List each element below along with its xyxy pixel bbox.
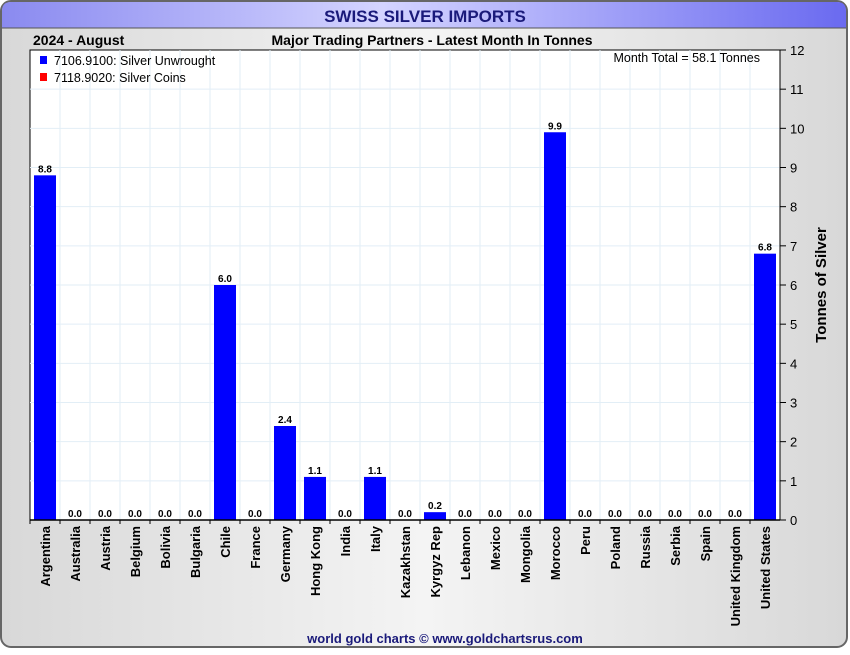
x-tick-label: Poland [608, 526, 623, 569]
x-tick-label: Russia [638, 525, 653, 568]
x-tick-label: Italy [368, 525, 383, 552]
x-tick-label: Argentina [38, 525, 53, 586]
y-tick-label: 3 [790, 396, 797, 411]
y-tick-label: 6 [790, 278, 797, 293]
legend-label-unwrought: 7106.9100: Silver Unwrought [54, 54, 216, 68]
data-label: 0.0 [158, 509, 172, 520]
x-tick-label: Morocco [548, 526, 563, 580]
data-label: 0.0 [68, 509, 82, 520]
data-label: 0.0 [188, 509, 202, 520]
bar-morocco [544, 132, 566, 520]
x-tick-label: Austria [98, 525, 113, 571]
chart-title: SWISS SILVER IMPORTS [324, 7, 526, 26]
y-tick-label: 1 [790, 474, 797, 489]
data-label: 0.0 [578, 509, 592, 520]
data-label: 8.8 [38, 164, 52, 175]
data-label: 0.0 [698, 509, 712, 520]
data-label: 0.0 [398, 509, 412, 520]
y-tick-label: 11 [790, 82, 804, 97]
period-label: 2024 - August [33, 32, 125, 48]
data-label: 0.0 [338, 509, 352, 520]
x-tick-label: Serbia [668, 525, 683, 566]
data-label: 0.0 [668, 509, 682, 520]
y-tick-label: 4 [790, 356, 797, 371]
x-tick-label: Belgium [128, 526, 143, 577]
data-label: 6.8 [758, 243, 772, 254]
y-tick-label: 2 [790, 435, 797, 450]
bar-kyrgyz-rep [424, 512, 446, 520]
y-tick-label: 9 [790, 161, 797, 176]
data-label: 9.9 [548, 121, 562, 132]
y-tick-label: 5 [790, 317, 797, 332]
x-tick-label: Australia [68, 525, 83, 581]
bar-hong-kong [304, 476, 326, 520]
x-tick-label: Kazakhstan [398, 526, 413, 598]
y-tick-label: 8 [790, 200, 797, 215]
x-tick-label: Kyrgyz Rep [428, 526, 443, 598]
x-tick-label: Chile [218, 526, 233, 558]
y-tick-label: 0 [790, 513, 797, 528]
data-label: 1.1 [308, 466, 322, 477]
x-tick-label: Bulgaria [188, 525, 203, 578]
x-tick-label: France [248, 526, 263, 569]
data-label: 1.1 [368, 466, 382, 477]
data-label: 2.4 [278, 415, 292, 426]
bar-chile [214, 285, 236, 520]
bar-argentina [34, 175, 56, 521]
data-label: 0.0 [458, 509, 472, 520]
chart-subtitle: Major Trading Partners - Latest Month In… [272, 32, 593, 48]
footer-credit: world gold charts © www.goldchartsrus.co… [306, 631, 583, 646]
x-tick-label: Hong Kong [308, 526, 323, 596]
data-label: 6.0 [218, 274, 232, 285]
month-total-annotation: Month Total = 58.1 Tonnes [613, 51, 760, 65]
data-label: 0.0 [98, 509, 112, 520]
data-label: 0.0 [248, 509, 262, 520]
x-tick-label: Bolivia [158, 525, 173, 568]
x-tick-label: Spain [698, 526, 713, 561]
x-tick-label: Lebanon [458, 526, 473, 580]
bar-italy [364, 476, 386, 520]
legend-swatch-unwrought [40, 56, 47, 64]
x-tick-label: Mexico [488, 526, 503, 570]
x-tick-label: Mongolia [518, 525, 533, 583]
data-label: 0.0 [728, 509, 742, 520]
data-label: 0.0 [488, 509, 502, 520]
data-label: 0.0 [518, 509, 532, 520]
bar-germany [274, 426, 296, 520]
x-tick-label: Peru [578, 526, 593, 555]
data-label: 0.0 [638, 509, 652, 520]
y-tick-label: 7 [790, 239, 797, 254]
x-tick-label: United States [758, 526, 773, 609]
data-label: 0.2 [428, 501, 442, 512]
y-axis-label: Tonnes of Silver [813, 227, 830, 343]
bar-united-states [754, 253, 776, 520]
y-tick-label: 10 [790, 121, 804, 136]
x-tick-label: India [338, 525, 353, 556]
chart: SWISS SILVER IMPORTS 2024 - August Major… [0, 0, 848, 648]
legend-swatch-coins [40, 73, 47, 81]
data-label: 0.0 [608, 509, 622, 520]
legend-label-coins: 7118.9020: Silver Coins [54, 71, 186, 85]
data-label: 0.0 [128, 509, 142, 520]
y-tick-label: 12 [790, 43, 804, 58]
x-tick-label: United Kingdom [728, 526, 743, 626]
x-tick-label: Germany [278, 525, 293, 582]
